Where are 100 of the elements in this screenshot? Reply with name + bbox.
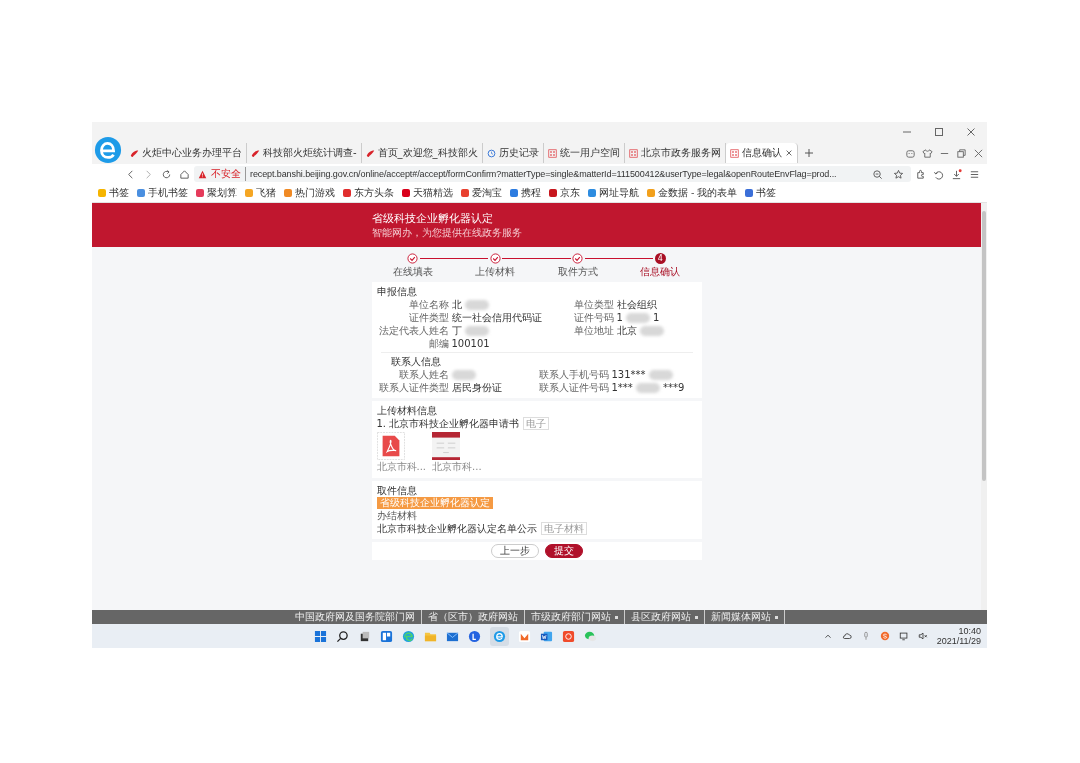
section-title: 联系人信息 xyxy=(389,355,442,368)
clock-date[interactable]: 2021/11/29 xyxy=(936,636,981,646)
address-bar[interactable]: 不安全 recept.banshi.beijing.gov.cn/online/accept#/accept/formConfirm?matterType=single&matterId=111500412&userType=legal&openRouteEnvFlag=prod... xyxy=(194,166,911,182)
site-icon xyxy=(547,148,557,158)
field-label: 证件号码 xyxy=(572,311,614,324)
site-icon xyxy=(628,148,638,158)
browser-tab[interactable]: 首页_欢迎您_科技部火 xyxy=(361,143,483,163)
edge-browser-icon[interactable] xyxy=(402,629,416,643)
close-tab-icon[interactable] xyxy=(784,149,793,157)
camera-app-icon[interactable] xyxy=(562,629,576,643)
field-value: 1 xyxy=(652,311,660,324)
field-value: 社会组织 xyxy=(616,298,657,311)
field-label: 单位地址 xyxy=(572,324,614,337)
field-value: 统一社会信用代码证 xyxy=(451,311,542,324)
widgets-icon[interactable] xyxy=(380,629,394,643)
field-label: 联系人姓名 xyxy=(397,368,449,381)
browser-tab[interactable]: 火炬中心业务办理平台 xyxy=(126,143,247,163)
extension-icon[interactable] xyxy=(915,168,926,180)
field-label: 单位名称 xyxy=(407,298,449,311)
app-circle-icon[interactable] xyxy=(468,629,482,643)
pdf-file-icon[interactable] xyxy=(376,432,405,460)
back-button[interactable]: 上一步 xyxy=(490,544,539,558)
word-icon[interactable] xyxy=(540,629,554,643)
reload-icon[interactable] xyxy=(161,168,172,180)
undo-icon[interactable] xyxy=(933,168,944,180)
bookmark-link[interactable]: 爱淘宝 xyxy=(461,186,502,200)
torch-icon xyxy=(365,148,375,158)
bookmark-link[interactable]: 携程 xyxy=(510,186,541,200)
maximize-icon[interactable] xyxy=(934,127,944,137)
new-tab-icon[interactable] xyxy=(803,148,814,158)
bookmark-link[interactable]: 热门游戏 xyxy=(284,186,335,200)
bookmark-link[interactable]: 网址导航 xyxy=(588,186,639,200)
step-label: 信息确认 xyxy=(640,265,681,279)
field-label: 联系人证件号码 xyxy=(537,381,609,394)
scrollbar[interactable] xyxy=(981,203,987,610)
matter-tag: 省级科技企业孵化器认定 xyxy=(376,497,493,509)
browser-tab[interactable]: 统一用户空间 xyxy=(543,143,625,163)
step-label: 在线填表 xyxy=(392,265,433,279)
menu-icon[interactable] xyxy=(969,168,980,180)
field-label: 联系人证件类型 xyxy=(377,381,449,394)
windows-start-icon[interactable] xyxy=(314,629,328,643)
bookmark-link[interactable]: 聚划算 xyxy=(196,186,237,200)
task-view-icon[interactable] xyxy=(358,629,372,643)
section-title: 上传材料信息 xyxy=(376,404,438,417)
field-label: 邮编 xyxy=(427,337,449,350)
step-number: 4 xyxy=(654,253,666,264)
page-title: 省级科技企业孵化器认定 xyxy=(371,210,494,226)
browser-tab[interactable]: 信息确认 xyxy=(725,143,798,163)
volume-muted-icon[interactable] xyxy=(917,631,928,641)
bookmark-link[interactable]: 手机书签 xyxy=(137,186,188,200)
mail-icon[interactable] xyxy=(446,629,460,643)
bookmark-link[interactable]: 书签 xyxy=(745,186,777,200)
browser-logo-icon[interactable] xyxy=(94,136,122,164)
browser-logo-icon[interactable] xyxy=(490,626,510,646)
browser-tab[interactable]: 历史记录 xyxy=(482,143,544,163)
step-label: 取件方式 xyxy=(557,265,598,279)
field-value: 1 xyxy=(616,311,623,324)
torch-icon xyxy=(251,148,260,158)
restore-icon[interactable] xyxy=(956,147,967,159)
field-label: 法定代表人姓名 xyxy=(377,324,449,337)
field-value: 丁 xyxy=(451,324,462,337)
field-value: 100101 xyxy=(451,337,490,350)
field-value: 北京 xyxy=(616,324,637,337)
star-icon[interactable] xyxy=(893,168,904,180)
input-method-icon[interactable] xyxy=(879,631,890,641)
section-title: 申报信息 xyxy=(376,285,418,298)
cloud-icon[interactable] xyxy=(841,631,852,641)
back-icon[interactable] xyxy=(125,168,136,180)
bookmark-link[interactable]: 天猫精选 xyxy=(402,186,453,200)
bookmark-link[interactable]: 东方头条 xyxy=(343,186,394,200)
site-icon xyxy=(729,148,739,158)
file-name: 北京市科... xyxy=(376,460,427,474)
search-icon[interactable] xyxy=(336,629,350,643)
electronic-tag: 电子材料 xyxy=(540,522,587,535)
bookmark-link[interactable]: 书签 xyxy=(98,186,129,200)
security-label[interactable]: 不安全 xyxy=(211,167,246,181)
browser-tab[interactable]: 科技部火炬统计调查- xyxy=(247,143,362,163)
download-icon[interactable] xyxy=(951,168,962,180)
page-subtitle: 智能网办，为您提供在线政务服务 xyxy=(371,225,523,240)
warning-icon xyxy=(198,169,207,179)
close-icon[interactable] xyxy=(973,147,984,159)
bookmark-link[interactable]: 京东 xyxy=(549,186,580,200)
clock-time[interactable]: 10:40 xyxy=(958,626,981,636)
field-value: 1*** xyxy=(611,381,633,394)
url-text: recept.banshi.beijing.gov.cn/online/accept#/accept/formConfirm?matterType=single&matterId=111500412&userType=legal&openRouteEnvFlag=prod... xyxy=(250,169,838,179)
clock-icon xyxy=(486,148,496,158)
field-value: 居民身份证 xyxy=(451,381,502,394)
material-name: 1. 北京市科技企业孵化器申请书 xyxy=(376,417,520,430)
browser-tab[interactable]: 北京市政务服务网 xyxy=(624,143,726,163)
field-label: 单位类型 xyxy=(572,298,614,311)
zoom-icon[interactable] xyxy=(872,168,883,180)
bookmark-link[interactable]: 金数据 - 我的表单 xyxy=(647,186,738,200)
result-heading: 办结材料 xyxy=(376,509,418,522)
network-icon[interactable] xyxy=(898,631,909,641)
home-icon[interactable] xyxy=(179,168,190,180)
bookmark-link[interactable]: 飞猪 xyxy=(245,186,276,200)
close-icon[interactable] xyxy=(966,127,976,137)
shirt-icon[interactable] xyxy=(922,147,933,159)
document-thumbnail[interactable] xyxy=(432,432,461,460)
submit-button[interactable]: 提交 xyxy=(544,544,583,558)
